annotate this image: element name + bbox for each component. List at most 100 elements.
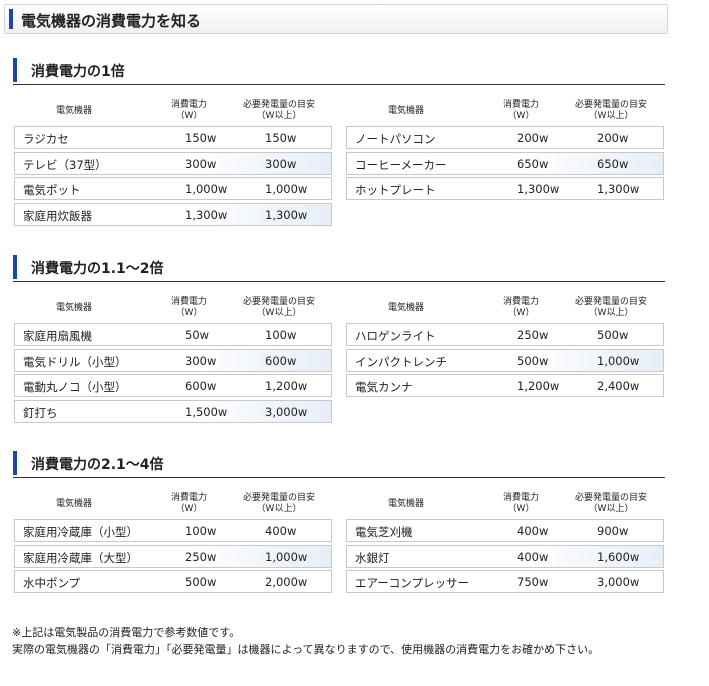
table-row: 水銀灯 400w 1,600w xyxy=(346,545,664,568)
col-device-label: 電気機器 xyxy=(55,106,92,116)
col-power-text: 消費電力 xyxy=(170,297,207,307)
table-row: 家庭用冷蔵庫（小型） 100w 400w xyxy=(14,519,332,542)
power-value: 100w xyxy=(185,524,217,538)
power-value: 650w xyxy=(517,157,549,171)
table-row: 家庭用冷蔵庫（大型） 250w 1,000w xyxy=(14,545,332,568)
table-header: 電気機器 消費電力 （W） 必要発電量の目安 （W以上） xyxy=(14,295,334,323)
power-value: 250w xyxy=(185,550,217,564)
section-title: 消費電力の1倍 xyxy=(31,64,125,80)
required-value: 1,300w xyxy=(597,182,640,196)
col-power-label: 消費電力 （W） xyxy=(491,493,551,515)
device-name: ハロゲンライト xyxy=(355,329,436,343)
power-value: 50w xyxy=(185,328,210,342)
col-power-text: 消費電力 xyxy=(170,493,207,503)
required-value: 300w xyxy=(265,157,297,171)
device-name: 電気カンナ xyxy=(355,380,413,394)
power-value: 1,000w xyxy=(185,182,228,196)
table-header: 電気機器 消費電力 （W） 必要発電量の目安 （W以上） xyxy=(346,98,666,126)
power-value: 1,300w xyxy=(517,182,560,196)
page-title: 電気機器の消費電力を知る xyxy=(21,12,202,30)
power-value: 250w xyxy=(517,328,549,342)
device-name: エアーコンプレッサー xyxy=(355,576,469,590)
section-accent-bar xyxy=(13,58,17,82)
col-required-unit: （W以上） xyxy=(588,111,634,121)
table-row: ホットプレート 1,300w 1,300w xyxy=(346,177,664,200)
power-value: 1,300w xyxy=(185,208,228,222)
device-name: 家庭用扇風機 xyxy=(23,329,92,343)
section-heading: 消費電力の1倍 xyxy=(13,58,665,85)
table-row: 家庭用炊飯器 1,300w 1,300w xyxy=(14,203,332,226)
section-accent-bar xyxy=(13,255,17,279)
power-value: 500w xyxy=(185,575,217,589)
table-row: 家庭用扇風機 50w 100w xyxy=(14,323,332,346)
required-value: 900w xyxy=(597,524,629,538)
section-heading: 消費電力の1.1〜2倍 xyxy=(13,255,665,282)
col-power-unit: （W） xyxy=(175,308,203,318)
col-power-unit: （W） xyxy=(175,504,203,514)
note-reference: ※上記は電気製品の消費電力で参考数値です。 xyxy=(12,626,241,639)
col-power-label: 消費電力 （W） xyxy=(159,493,219,515)
device-name: 家庭用冷蔵庫（大型） xyxy=(23,551,138,565)
col-required-unit: （W以上） xyxy=(256,111,302,121)
required-value: 500w xyxy=(597,328,629,342)
col-power-label: 消費電力 （W） xyxy=(491,297,551,319)
col-required-unit: （W以上） xyxy=(256,504,302,514)
col-required-text: 必要発電量の目安 xyxy=(574,297,647,307)
col-device-label: 電気機器 xyxy=(387,106,424,116)
device-name: ラジカセ xyxy=(23,132,69,146)
device-name: 電気芝刈機 xyxy=(355,525,413,539)
col-required-label: 必要発電量の目安 （W以上） xyxy=(234,493,324,515)
col-power-text: 消費電力 xyxy=(170,100,207,110)
col-device-label: 電気機器 xyxy=(55,303,92,313)
header-accent-bar xyxy=(9,9,13,29)
power-value: 500w xyxy=(517,354,549,368)
device-name: インパクトレンチ xyxy=(355,355,447,369)
col-required-label: 必要発電量の目安 （W以上） xyxy=(566,100,656,122)
col-power-unit: （W） xyxy=(507,111,535,121)
table-header: 電気機器 消費電力 （W） 必要発電量の目安 （W以上） xyxy=(14,98,334,126)
col-power-text: 消費電力 xyxy=(502,100,539,110)
power-value: 600w xyxy=(185,379,217,393)
required-value: 3,000w xyxy=(265,405,308,419)
required-value: 1,600w xyxy=(597,550,640,564)
table-row: 水中ポンプ 500w 2,000w xyxy=(14,570,332,593)
device-name: ホットプレート xyxy=(355,183,436,197)
power-value: 750w xyxy=(517,575,549,589)
table-row: 電気ドリル（小型） 300w 600w xyxy=(14,349,332,372)
power-value: 200w xyxy=(517,131,549,145)
table-row: 電動丸ノコ（小型） 600w 1,200w xyxy=(14,374,332,397)
col-required-label: 必要発電量の目安 （W以上） xyxy=(566,297,656,319)
col-power-unit: （W） xyxy=(507,308,535,318)
device-name: 家庭用冷蔵庫（小型） xyxy=(23,525,138,539)
table-row: ラジカセ 150w 150w xyxy=(14,126,332,149)
col-required-text: 必要発電量の目安 xyxy=(242,297,315,307)
table-header: 電気機器 消費電力 （W） 必要発電量の目安 （W以上） xyxy=(346,491,666,519)
power-value: 300w xyxy=(185,157,217,171)
power-value: 1,200w xyxy=(517,379,560,393)
col-required-unit: （W以上） xyxy=(256,308,302,318)
table-row: 電気芝刈機 400w 900w xyxy=(346,519,664,542)
required-value: 1,200w xyxy=(265,379,308,393)
device-name: コーヒーメーカー xyxy=(355,158,447,172)
table-row: エアーコンプレッサー 750w 3,000w xyxy=(346,570,664,593)
col-required-text: 必要発電量の目安 xyxy=(574,493,647,503)
required-value: 1,000w xyxy=(597,354,640,368)
col-device-label: 電気機器 xyxy=(387,303,424,313)
required-value: 1,000w xyxy=(265,182,308,196)
page-header: 電気機器の消費電力を知る xyxy=(4,4,668,34)
device-name: 水銀灯 xyxy=(355,551,390,565)
col-required-label: 必要発電量の目安 （W以上） xyxy=(234,100,324,122)
required-value: 2,400w xyxy=(597,379,640,393)
power-value: 400w xyxy=(517,550,549,564)
table-row: テレビ（37型） 300w 300w xyxy=(14,152,332,175)
device-name: 釘打ち xyxy=(23,406,58,420)
power-value: 300w xyxy=(185,354,217,368)
device-name: 電動丸ノコ（小型） xyxy=(23,380,127,394)
col-power-label: 消費電力 （W） xyxy=(159,100,219,122)
col-required-text: 必要発電量の目安 xyxy=(242,493,315,503)
note-disclaimer: 実際の電気機器の「消費電力」「必要発電量」は機器によって異なりますので、使用機器… xyxy=(12,643,600,656)
table-header: 電気機器 消費電力 （W） 必要発電量の目安 （W以上） xyxy=(14,491,334,519)
table-row: 釘打ち 1,500w 3,000w xyxy=(14,400,332,423)
device-name: 家庭用炊飯器 xyxy=(23,209,92,223)
col-power-text: 消費電力 xyxy=(502,493,539,503)
